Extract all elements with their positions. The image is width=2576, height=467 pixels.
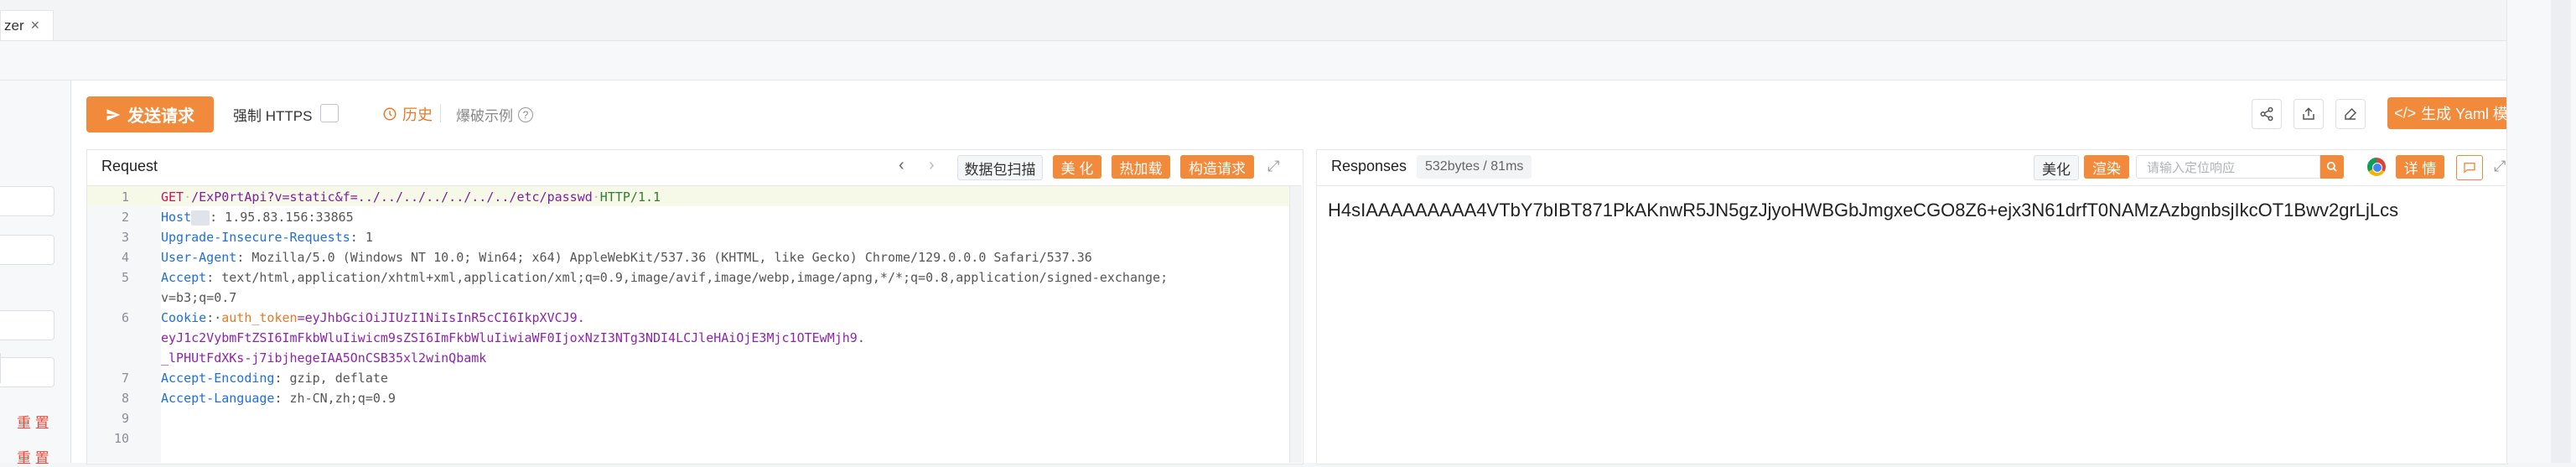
response-meta-badge: 532bytes / 81ms bbox=[1417, 155, 1532, 179]
comment-icon[interactable] bbox=[2456, 155, 2483, 180]
tab-label: zer bbox=[4, 17, 24, 34]
cookie-value-cont: _lPHUtFdXKs-j7ibjhegeIAA5OnCSB35xl2winQb… bbox=[161, 350, 487, 366]
code-line-4: User-Agent: Mozilla/5.0 (Windows NT 10.0… bbox=[161, 250, 1092, 265]
line-number: 1 bbox=[121, 189, 129, 205]
expand-response-icon[interactable]: ⤢ bbox=[2494, 158, 2506, 175]
sidebar-input-4[interactable] bbox=[0, 357, 54, 387]
line-number: 10 bbox=[113, 431, 129, 446]
header-key: Accept-Encoding bbox=[161, 371, 275, 386]
header-key: Accept-Language bbox=[161, 391, 275, 406]
export-icon[interactable] bbox=[2294, 99, 2324, 129]
header-key: Host bbox=[161, 210, 192, 225]
history-button[interactable]: 历史 bbox=[382, 103, 433, 125]
code-line-6: Cookie:·auth_token=eyJhbGciOiJIUzI1NiIsI… bbox=[161, 310, 585, 325]
build-request-button[interactable]: 构造请求 bbox=[1180, 155, 1254, 179]
header-value: : gzip, deflate bbox=[274, 371, 388, 386]
history-label: 历史 bbox=[402, 106, 433, 123]
code-line-3: Upgrade-Insecure-Requests: 1 bbox=[161, 230, 373, 245]
code-line-1: GET·/ExP0rtApi?v=static&f=../../../../..… bbox=[161, 189, 661, 205]
reset-link-1[interactable]: 重 置 bbox=[17, 411, 49, 432]
detail-button[interactable]: 详 情 bbox=[2396, 155, 2444, 179]
reset-link-2[interactable]: 重 置 bbox=[17, 446, 49, 467]
sidebar-spacer bbox=[0, 353, 1, 383]
sidebar-input-2[interactable] bbox=[0, 235, 54, 265]
tab-close-icon[interactable]: × bbox=[31, 17, 40, 34]
tab-analyzer[interactable]: zer × bbox=[0, 10, 54, 40]
header-key: Upgrade-Insecure-Requests bbox=[161, 230, 350, 245]
response-beautify-button[interactable]: 美化 bbox=[2034, 155, 2079, 180]
search-icon[interactable] bbox=[2320, 155, 2344, 179]
http-method: GET bbox=[161, 189, 184, 205]
line-number: 2 bbox=[121, 210, 129, 225]
code-line-6-cont2: _lPHUtFdXKs-j7ibjhegeIAA5OnCSB35xl2winQb… bbox=[161, 350, 486, 366]
response-body[interactable]: H4sIAAAAAAAAA4VTbY7bIBT871PkAKnwR5JN5gzJ… bbox=[1328, 200, 2501, 221]
header-value: : 1.95.83.156:33865 bbox=[210, 210, 354, 225]
send-request-button[interactable]: 发送请求 bbox=[86, 96, 214, 132]
code-line-7: Accept-Encoding: gzip, deflate bbox=[161, 371, 388, 386]
send-request-label: 发送请求 bbox=[127, 107, 194, 126]
header-value-cont: v=b3;q=0.7 bbox=[161, 290, 237, 305]
editor-scrollbar[interactable] bbox=[1289, 186, 1302, 463]
cookie-value: =eyJhbGciOiJIUzI1NiIsInR5cCI6IkpXVCJ9. bbox=[297, 310, 585, 325]
request-path: /ExP0rtApi?v=static&f=../../../../../../… bbox=[191, 189, 593, 205]
example-label: 爆破示例 bbox=[456, 108, 513, 124]
hot-load-button[interactable]: 热加载 bbox=[1112, 155, 1170, 179]
clock-icon bbox=[383, 107, 397, 121]
help-icon: ? bbox=[518, 106, 533, 122]
right-edge-panel bbox=[2506, 0, 2576, 463]
http-version: HTTP/1.1 bbox=[599, 189, 661, 205]
cookie-name: auth_token bbox=[221, 310, 298, 325]
edit-icon[interactable] bbox=[2335, 99, 2366, 129]
share-icon[interactable] bbox=[2252, 99, 2282, 129]
response-title: Responses bbox=[1331, 158, 1407, 174]
toolbar-divider bbox=[440, 104, 441, 122]
code-line-2: Host : 1.95.83.156:33865 bbox=[161, 210, 354, 226]
code-line-8: Accept-Language: zh-CN,zh;q=0.9 bbox=[161, 391, 396, 406]
force-https-checkbox[interactable] bbox=[320, 104, 339, 122]
header-value: : Mozilla/5.0 (Windows NT 10.0; Win64; x… bbox=[236, 250, 1092, 265]
header-key: Accept bbox=[161, 270, 207, 285]
code-line-6-cont1: eyJ1c2VybmFtZSI6ImFkbWluIiwicm9sZSI6ImFk… bbox=[161, 330, 865, 345]
header-key: Cookie bbox=[161, 310, 207, 325]
line-number: 5 bbox=[121, 270, 129, 285]
line-number: 7 bbox=[121, 371, 129, 386]
line-number: 3 bbox=[121, 230, 129, 245]
send-icon bbox=[106, 108, 121, 121]
force-https-label: 强制 HTTPS bbox=[233, 108, 313, 124]
cookie-value-cont: eyJ1c2VybmFtZSI6ImFkbWluIiwicm9sZSI6ImFk… bbox=[161, 330, 865, 345]
host-marker bbox=[191, 210, 210, 226]
sidebar-input-1[interactable] bbox=[0, 186, 54, 216]
beautify-button[interactable]: 美 化 bbox=[1053, 155, 1101, 179]
bruteforce-example-link[interactable]: 爆破示例 ? bbox=[456, 104, 533, 125]
line-number: 6 bbox=[121, 310, 129, 325]
response-search-input[interactable]: 请输入定位响应 bbox=[2136, 155, 2320, 179]
packet-scan-button[interactable]: 数据包扫描 bbox=[957, 155, 1043, 180]
line-number: 4 bbox=[121, 250, 129, 265]
sidebar: 重 置 重 置 bbox=[0, 80, 71, 466]
header-value: : zh-CN,zh;q=0.9 bbox=[274, 391, 396, 406]
tab-strip bbox=[0, 0, 2506, 41]
prev-arrow-icon[interactable]: ‹ bbox=[899, 156, 904, 175]
code-icon: </> bbox=[2394, 104, 2417, 122]
sidebar-input-3[interactable] bbox=[0, 310, 54, 340]
next-arrow-icon[interactable]: › bbox=[929, 156, 935, 175]
header-value: : 1 bbox=[350, 230, 373, 245]
expand-icon[interactable]: ⤢ bbox=[1267, 158, 1279, 175]
line-number: 9 bbox=[121, 411, 129, 426]
line-number: 8 bbox=[121, 391, 129, 406]
header-key: User-Agent bbox=[161, 250, 237, 265]
request-title: Request bbox=[101, 158, 158, 174]
code-line-5-cont: v=b3;q=0.7 bbox=[161, 290, 236, 305]
header-value: : text/html,application/xhtml+xml,applic… bbox=[206, 270, 1169, 285]
window-scrollbar[interactable] bbox=[2551, 0, 2571, 463]
render-button[interactable]: 渲染 bbox=[2084, 155, 2129, 179]
code-line-5: Accept: text/html,application/xhtml+xml,… bbox=[161, 270, 1168, 285]
response-panel bbox=[1316, 149, 2508, 464]
sub-bar bbox=[0, 41, 2506, 80]
chrome-icon[interactable] bbox=[2367, 158, 2386, 176]
